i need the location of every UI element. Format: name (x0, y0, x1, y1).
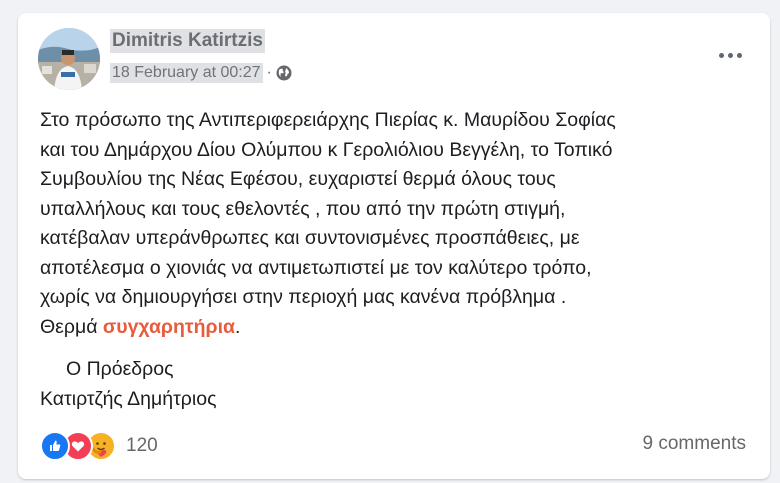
closing-text: Θερμά (40, 315, 103, 338)
more-options-button[interactable] (712, 43, 748, 67)
post-meta: 18 February at 00:27 · (110, 63, 292, 83)
globe-icon[interactable] (276, 65, 292, 81)
post-text-line: χωρίς να δημιουργήσει στην περιοχή μας κ… (40, 286, 567, 308)
avatar-photo (38, 28, 100, 90)
post-text-last-line: Θερμά συγχαρητήρια. (40, 313, 752, 343)
signature-title: Ο Πρόεδρος (66, 358, 174, 380)
reactions-summary[interactable]: 120 (40, 431, 158, 461)
post-text-line: υπαλλήλους και τους εθελοντές , που από … (40, 197, 566, 220)
avatar[interactable] (38, 28, 100, 90)
signature-name: Κατιρτζής Δημήτριος (40, 388, 217, 410)
author-name[interactable]: Dimitris Katirtzis (110, 29, 265, 53)
post-text-line: Συμβουλίου της Νέας Εφέσου, ευχαριστεί θ… (40, 168, 556, 190)
post-timestamp[interactable]: 18 February at 00:27 (110, 63, 263, 83)
post-text-line: αποτέλεσμα ο χιονιάς να αντιμετωπιστεί μ… (40, 256, 592, 279)
signature: Ο Πρόεδρος Κατιρτζής Δημήτριος (40, 354, 216, 414)
highlight-word: συγχαρητήρια (102, 315, 235, 338)
post-text-line: Στο πρόσωπο της Αντιπεριφερειάρχης Πιερί… (40, 109, 616, 131)
post-text-line: κατέβαλαν υπεράνθρωπες και συντονισμένες… (40, 227, 580, 249)
post-body: Στο πρόσωπο της Αντιπεριφερειάρχης Πιερί… (40, 106, 752, 342)
meta-separator: · (266, 64, 272, 81)
more-options-dot (736, 52, 742, 58)
post-card: Dimitris Katirtzis 18 February at 00:27 … (18, 13, 770, 479)
comments-link[interactable]: 9 comments (643, 433, 746, 455)
like-icon (40, 431, 70, 461)
reaction-count: 120 (126, 435, 158, 456)
more-options-icon (718, 52, 724, 58)
more-options-dot (727, 52, 733, 58)
closing-punctuation: . (235, 315, 241, 338)
post-text-line: και του Δημάρχου Δίου Ολύμπου κ Γερολιόλ… (40, 138, 613, 161)
